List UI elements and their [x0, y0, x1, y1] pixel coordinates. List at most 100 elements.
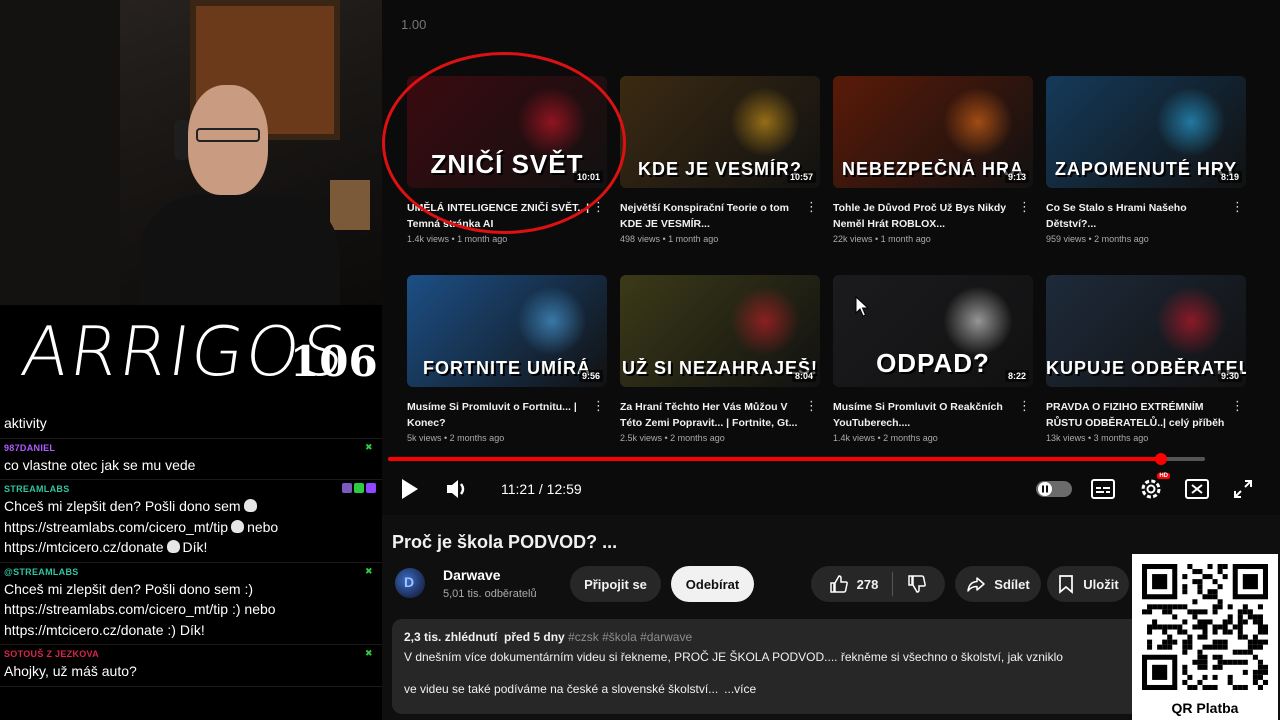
playback-speed-indicator: 1.00	[401, 17, 427, 32]
chat-message: @STREAMLABS ✖ Chceš mi zlepšit den? Pošl…	[0, 563, 382, 645]
more-options-icon[interactable]: ⋮	[1231, 200, 1244, 213]
thumbnail-text: ODPAD?	[876, 348, 990, 378]
endscreen-video-card[interactable]: ZAPOMENUTÉ HRY 8:19 Co Se Stalo s Hrami Na…	[1046, 76, 1246, 244]
progress-scrubber-handle[interactable]	[1154, 453, 1167, 465]
subscribe-button[interactable]: Odebírat	[671, 566, 754, 602]
qr-label: QR Platba	[1171, 700, 1239, 716]
chat-username[interactable]: SOTOUŠ Z JEZKOVA	[4, 649, 378, 661]
endscreen-video-card[interactable]: FORTNITE UMÍRÁ 9:56 Musíme Si Promluvit o …	[407, 275, 607, 443]
video-duration-badge: 9:13	[1004, 171, 1029, 183]
twitch-badge-icon	[366, 483, 376, 493]
share-button[interactable]: Sdílet	[955, 566, 1041, 602]
hashtags[interactable]: #czsk #škola #darwave	[568, 630, 692, 644]
chat-panel: aktivity 987DANIEL ✖ co vlastne otec jak…	[0, 410, 382, 720]
view-count: 2,3 tis. zhlédnutí	[404, 630, 498, 644]
more-options-icon[interactable]: ⋮	[1018, 200, 1031, 213]
video-card-title[interactable]: Tohle Je Důvod Proč Už Bys Nikdy Neměl H…	[833, 200, 1018, 232]
video-thumbnail[interactable]: KDE JE VESMÍR? 10:57	[620, 76, 820, 188]
video-card-title[interactable]: Největší Konspirační Teorie o tom KDE JE…	[620, 200, 805, 232]
video-duration-badge: 10:57	[786, 171, 816, 183]
fullscreen-icon	[1234, 480, 1252, 498]
channel-avatar[interactable]: D	[395, 568, 425, 598]
video-thumbnail[interactable]: NEBEZPEČNÁ HRA 9:13	[833, 76, 1033, 188]
show-more-link[interactable]: ...více	[724, 682, 756, 696]
play-icon	[402, 479, 418, 499]
channel-name[interactable]: Darwave	[443, 567, 501, 583]
video-card-meta: 498 views • 1 month ago	[620, 234, 719, 244]
autoplay-toggle-knob	[1038, 482, 1052, 496]
endscreen-video-card[interactable]: UŽ SI NEZAHRAJEŠ! 8:04 Za Hraní Těchto Her…	[620, 275, 820, 443]
dislike-button[interactable]	[907, 574, 927, 594]
more-options-icon[interactable]: ⋮	[1018, 399, 1031, 412]
chat-username[interactable]: 987DANIEL	[4, 443, 378, 455]
endscreen-video-card[interactable]: KUPUJE ODBĚRATELE ?9:30 PRAVDA O FIZIHO E…	[1046, 275, 1246, 443]
video-thumbnail[interactable]: KUPUJE ODBĚRATELE ?9:30	[1046, 275, 1246, 387]
share-button-label: Sdílet	[994, 576, 1030, 592]
thumbs-up-icon	[829, 575, 848, 593]
video-card-title[interactable]: Za Hraní Těchto Her Vás Můžou V Této Zem…	[620, 399, 805, 431]
thumbnail-text: ZAPOMENUTÉ HRY	[1054, 159, 1238, 179]
video-card-meta: 13k views • 3 months ago	[1046, 433, 1149, 443]
chat-message: SOTOUŠ Z JEZKOVA ✖ Ahojky, už máš auto?	[0, 645, 382, 687]
video-card-meta: 2.5k views • 2 months ago	[620, 433, 725, 443]
more-options-icon[interactable]: ⋮	[592, 399, 605, 412]
fullscreen-button[interactable]	[1232, 478, 1254, 500]
video-thumbnail[interactable]: ODPAD? 8:22	[833, 275, 1033, 387]
miniplayer-icon	[1185, 479, 1209, 499]
moderator-badge-icon	[342, 483, 352, 493]
chat-message-text: Ahojky, už máš auto?	[4, 663, 137, 679]
thumbnail-artwork	[730, 87, 800, 158]
video-card-title[interactable]: Co Se Stalo s Hrami Našeho Dětství?...	[1046, 200, 1231, 232]
channel-avatar-letter: D	[404, 574, 415, 590]
donate-link[interactable]: https://streamlabs.com/cicero_mt/tip	[4, 519, 228, 535]
more-options-icon[interactable]: ⋮	[805, 399, 818, 412]
webcam-feed	[0, 0, 382, 305]
like-button[interactable]: 278	[829, 574, 878, 594]
video-card-title[interactable]: Musíme Si Promluvit O Reakčních YouTuber…	[833, 399, 1018, 431]
verified-badge-icon: ✖	[365, 648, 373, 658]
save-button[interactable]: Uložit	[1047, 566, 1129, 602]
more-options-icon[interactable]: ⋮	[805, 200, 818, 213]
time-display: 11:21 / 12:59	[501, 481, 582, 497]
skull-emoji-icon	[166, 540, 180, 553]
video-card-meta: 5k views • 2 months ago	[407, 433, 505, 443]
progress-bar[interactable]	[388, 453, 1205, 465]
video-thumbnail[interactable]: ZAPOMENUTÉ HRY 8:19	[1046, 76, 1246, 188]
donate-link[interactable]: https://mtcicero.cz/donate	[4, 539, 164, 555]
thumbnail-artwork	[943, 286, 1013, 357]
video-card-meta: 959 views • 2 months ago	[1046, 234, 1149, 244]
settings-button[interactable]: HD	[1138, 473, 1170, 502]
autoplay-toggle[interactable]	[1036, 481, 1072, 497]
chat-username[interactable]: @STREAMLABS	[4, 567, 378, 579]
description-box[interactable]: 2,3 tis. zhlédnutí před 5 dny #czsk #ško…	[392, 619, 1162, 714]
video-thumbnail[interactable]: UŽ SI NEZAHRAJEŠ! 8:04	[620, 275, 820, 387]
thumbnail-artwork	[730, 286, 800, 357]
upload-date: před 5 dny	[504, 630, 565, 644]
thumbnail-text: FORTNITE UMÍRÁ	[423, 358, 591, 378]
video-card-meta: 1.4k views • 2 months ago	[833, 433, 938, 443]
chat-message-text: Chceš mi zlepšit den? Pošli dono sem htt…	[4, 496, 378, 558]
video-card-meta: 22k views • 1 month ago	[833, 234, 931, 244]
bookmark-icon	[1059, 575, 1074, 594]
video-card-title[interactable]: Musíme Si Promluvit o Fortnitu... | Kone…	[407, 399, 592, 431]
webcam-background-wall	[0, 0, 120, 305]
video-thumbnail[interactable]: FORTNITE UMÍRÁ 9:56	[407, 275, 607, 387]
play-button[interactable]	[396, 476, 422, 502]
more-options-icon[interactable]: ⋮	[1231, 399, 1244, 412]
video-title: Proč je škola PODVOD? ...	[392, 532, 618, 552]
chat-username[interactable]: STREAMLABS	[4, 484, 378, 496]
video-duration-badge: 8:22	[1004, 370, 1029, 382]
like-dislike-divider	[892, 572, 894, 596]
endscreen-video-card[interactable]: KDE JE VESMÍR? 10:57 Největší Konspirační …	[620, 76, 820, 244]
volume-icon	[447, 480, 465, 498]
endscreen-video-card[interactable]: NEBEZPEČNÁ HRA 9:13 Tohle Je Důvod Proč Už…	[833, 76, 1033, 244]
thumbnail-text: NEBEZPEČNÁ HRA	[841, 159, 1024, 179]
miniplayer-button[interactable]	[1184, 478, 1210, 500]
video-card-title[interactable]: PRAVDA O FIZIHO EXTRÉMNÍM RŮSTU ODBĚRATE…	[1046, 399, 1231, 431]
volume-button[interactable]	[444, 476, 472, 502]
thumbnail-text: UŽ SI NEZAHRAJEŠ!	[621, 358, 818, 378]
progress-bar-played	[388, 457, 1161, 461]
join-button[interactable]: Připojit se	[570, 566, 661, 602]
description-text-continued: ve videu se také podíváme na české a slo…	[404, 682, 1150, 696]
subtitles-button[interactable]	[1090, 478, 1116, 500]
